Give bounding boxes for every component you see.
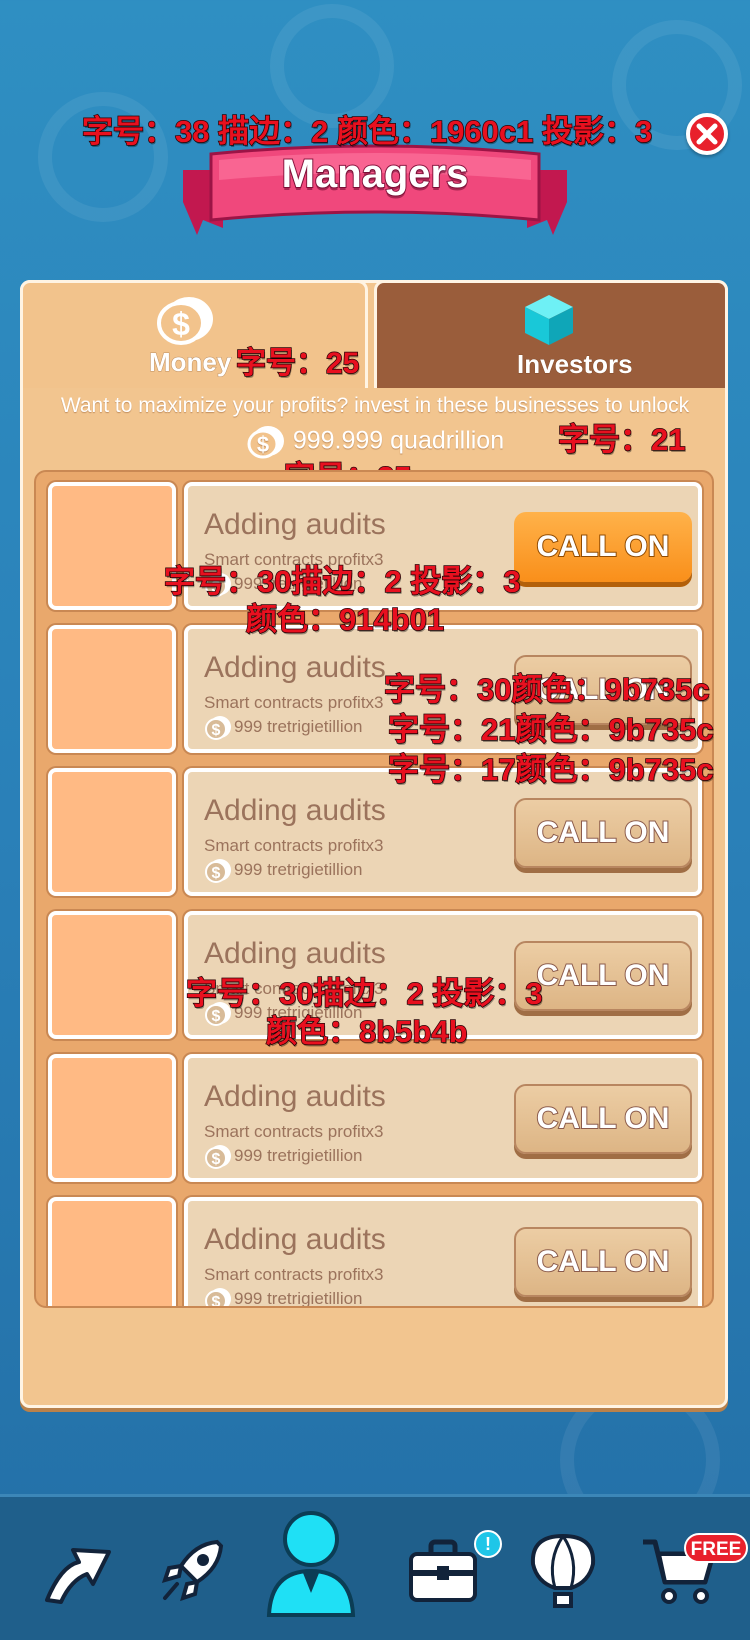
close-button[interactable] xyxy=(686,113,728,155)
svg-text:$: $ xyxy=(212,1294,221,1308)
call-on-button[interactable]: CALL ON xyxy=(514,1084,692,1154)
annotation-cost-text-spec: 字号：17颜色：9b735c xyxy=(387,751,714,788)
balloon-icon xyxy=(530,1533,596,1608)
manager-card: Adding audits Smart contracts profitx3 $99… xyxy=(184,1197,702,1308)
annotation-title-text-spec: 字号：30颜色：9b735c xyxy=(383,671,710,708)
manager-title: Adding audits xyxy=(204,794,386,827)
call-on-button[interactable]: CALL ON xyxy=(514,512,692,582)
page-title: Managers xyxy=(281,151,470,197)
annotation-intro-spec: 字号：21 xyxy=(557,421,686,458)
annotation-active-button-color: 颜色：914b01 xyxy=(245,601,445,638)
manager-cost: 999 tretrigietillion xyxy=(234,860,363,879)
close-icon xyxy=(696,123,718,145)
manager-portrait xyxy=(48,1054,176,1182)
manager-portrait xyxy=(48,911,176,1039)
svg-text:$: $ xyxy=(257,432,269,457)
nav-inventory[interactable] xyxy=(388,1497,498,1640)
nav-managers[interactable] xyxy=(256,1483,366,1640)
annotation-tab-spec: 字号：25 xyxy=(235,346,360,381)
svg-text:$: $ xyxy=(212,1151,221,1168)
dollar-coin-icon: $ xyxy=(205,716,231,740)
cyan-cube-icon xyxy=(525,295,573,345)
free-badge: FREE xyxy=(684,1533,748,1563)
manager-cost: 999 tretrigietillion xyxy=(234,1289,363,1308)
manager-subtitle: Smart contracts profitx3 xyxy=(204,693,384,712)
manager-cost: 999 tretrigietillion xyxy=(234,1146,363,1165)
nav-upgrade[interactable] xyxy=(22,1497,132,1640)
tab-investors[interactable]: Investors xyxy=(374,280,728,388)
svg-text:$: $ xyxy=(212,865,221,882)
nav-travel[interactable] xyxy=(508,1497,618,1640)
manager-portrait xyxy=(48,625,176,753)
manager-portrait xyxy=(48,768,176,896)
manager-title: Adding audits xyxy=(204,651,386,684)
manager-subtitle: Smart contracts profitx3 xyxy=(204,1265,384,1284)
dollar-coin-icon: $ xyxy=(205,1288,231,1308)
rocket-icon xyxy=(161,1539,224,1602)
call-on-button[interactable]: CALL ON xyxy=(514,798,692,868)
annotation-title-spec: 字号：38 描边：2 颜色：1960c1 投影：3 xyxy=(81,113,653,150)
annotation-sub-text-spec: 字号：21颜色：9b735c xyxy=(387,711,714,748)
dollar-coin-icon: $ xyxy=(157,297,213,345)
call-on-button[interactable]: CALL ON xyxy=(514,1227,692,1297)
dollar-coin-icon: $ xyxy=(247,426,284,459)
dollar-coin-icon: $ xyxy=(205,859,231,883)
manager-row: Adding audits Smart contracts profitx3 $99… xyxy=(48,1054,702,1182)
svg-text:$: $ xyxy=(172,306,190,342)
manager-card: Adding audits Smart contracts profitx3 $99… xyxy=(184,1054,702,1182)
manager-title: Adding audits xyxy=(204,1080,386,1113)
manager-title: Adding audits xyxy=(204,508,386,541)
manager-title: Adding audits xyxy=(204,1223,386,1256)
manager-icon xyxy=(266,1511,356,1617)
nav-boost[interactable] xyxy=(138,1497,248,1640)
manager-portrait xyxy=(48,482,176,610)
unlock-amount-value: 999.999 quadrillion xyxy=(292,426,505,455)
notification-badge: ! xyxy=(474,1530,502,1558)
tab-investors-label: Investors xyxy=(517,349,634,380)
manager-title: Adding audits xyxy=(204,937,386,970)
nav-shop[interactable] xyxy=(624,1497,734,1640)
manager-subtitle: Smart contracts profitx3 xyxy=(204,1122,384,1141)
manager-row: Adding audits Smart contracts profitx3 $99… xyxy=(48,1197,702,1308)
manager-cost: 999 tretrigietillion xyxy=(234,717,363,736)
upgrade-arrow-icon xyxy=(45,1548,111,1604)
briefcase-icon xyxy=(409,1539,477,1602)
bottom-navbar xyxy=(0,1494,750,1640)
manager-portrait xyxy=(48,1197,176,1306)
tab-money-label: Money xyxy=(148,347,232,378)
svg-text:$: $ xyxy=(212,722,221,739)
dollar-coin-icon: $ xyxy=(205,1145,231,1169)
manager-subtitle: Smart contracts profitx3 xyxy=(204,836,384,855)
annotation-idle-button-color: 颜色：8b5b4b xyxy=(265,1013,468,1050)
